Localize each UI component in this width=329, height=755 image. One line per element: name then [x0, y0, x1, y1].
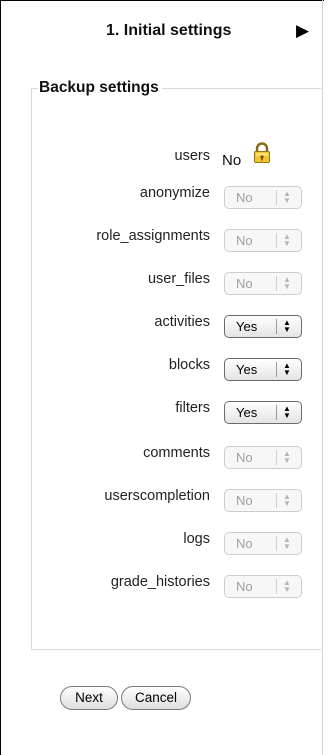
setting-label: filters — [175, 400, 210, 416]
up-down-arrows-icon: ▲ ▼ — [283, 361, 291, 377]
padlock-icon — [254, 142, 270, 163]
setting-select-blocks[interactable]: Yes ▲ ▼ — [224, 358, 302, 381]
select-value: Yes — [236, 405, 258, 420]
setting-select-anonymize: No ▲ ▼ — [224, 186, 302, 209]
select-divider — [276, 362, 277, 377]
setting-label: anonymize — [139, 185, 210, 201]
select-divider — [276, 536, 277, 551]
select-value: Yes — [236, 362, 258, 377]
select-divider — [276, 493, 277, 508]
setting-label: logs — [183, 531, 210, 547]
select-divider — [276, 579, 277, 594]
setting-row-comments: comments No ▲ ▼ — [0, 443, 324, 469]
up-down-arrows-icon: ▲ ▼ — [283, 404, 291, 420]
setting-label: activities — [154, 314, 210, 330]
select-value: No — [236, 450, 253, 465]
up-down-arrows-icon: ▲ ▼ — [283, 492, 291, 508]
select-value: Yes — [236, 319, 258, 334]
setting-select-filters[interactable]: Yes ▲ ▼ — [224, 401, 302, 424]
up-down-arrows-icon: ▲ ▼ — [283, 578, 291, 594]
select-divider — [276, 190, 277, 205]
setting-row-blocks: blocks Yes ▲ ▼ — [0, 355, 324, 381]
setting-row-logs: logs No ▲ ▼ — [0, 529, 324, 555]
select-value: No — [236, 536, 253, 551]
backup-settings-legend: Backup settings — [38, 79, 162, 97]
setting-select-user-files: No ▲ ▼ — [224, 272, 302, 295]
select-value: No — [236, 190, 253, 205]
setting-row-anonymize: anonymize No ▲ ▼ — [0, 183, 324, 209]
triangle-right-icon[interactable]: ▶ — [296, 21, 309, 41]
setting-select-userscompletion: No ▲ ▼ — [224, 489, 302, 512]
up-down-arrows-icon: ▲ ▼ — [283, 232, 291, 248]
setting-row-activities: activities Yes ▲ ▼ — [0, 312, 324, 338]
select-divider — [276, 319, 277, 334]
setting-select-role-assignments: No ▲ ▼ — [224, 229, 302, 252]
select-value: No — [236, 493, 253, 508]
cancel-button[interactable]: Cancel — [121, 686, 191, 710]
setting-row-filters: filters Yes ▲ ▼ — [0, 398, 324, 424]
setting-row-users: users No — [0, 142, 324, 172]
select-divider — [276, 276, 277, 291]
select-divider — [276, 405, 277, 420]
select-value: No — [236, 276, 253, 291]
setting-label: users — [174, 148, 210, 164]
step-header: 1. Initial settings ▶ — [0, 21, 324, 42]
setting-label: blocks — [168, 357, 210, 373]
setting-select-comments: No ▲ ▼ — [224, 446, 302, 469]
up-down-arrows-icon: ▲ ▼ — [283, 449, 291, 465]
step-title: 1. Initial settings — [106, 22, 232, 39]
setting-row-grade-histories: grade_histories No ▲ ▼ — [0, 572, 324, 598]
setting-row-userscompletion: userscompletion No ▲ ▼ — [0, 486, 324, 512]
select-divider — [276, 450, 277, 465]
setting-label: comments — [143, 445, 210, 461]
select-divider — [276, 233, 277, 248]
select-value: No — [236, 233, 253, 248]
setting-label: user_files — [147, 271, 210, 287]
setting-label: userscompletion — [104, 488, 210, 504]
setting-label: role_assignments — [96, 228, 210, 244]
select-value: No — [236, 579, 253, 594]
setting-select-logs: No ▲ ▼ — [224, 532, 302, 555]
up-down-arrows-icon: ▲ ▼ — [283, 318, 291, 334]
up-down-arrows-icon: ▲ ▼ — [283, 275, 291, 291]
up-down-arrows-icon: ▲ ▼ — [283, 535, 291, 551]
up-down-arrows-icon: ▲ ▼ — [283, 189, 291, 205]
next-button[interactable]: Next — [60, 686, 118, 710]
setting-label: grade_histories — [110, 574, 210, 590]
setting-select-grade-histories: No ▲ ▼ — [224, 575, 302, 598]
setting-value: No — [222, 152, 242, 169]
setting-select-activities[interactable]: Yes ▲ ▼ — [224, 315, 302, 338]
setting-row-user-files: user_files No ▲ ▼ — [0, 269, 324, 295]
setting-row-role-assignments: role_assignments No ▲ ▼ — [0, 226, 324, 252]
